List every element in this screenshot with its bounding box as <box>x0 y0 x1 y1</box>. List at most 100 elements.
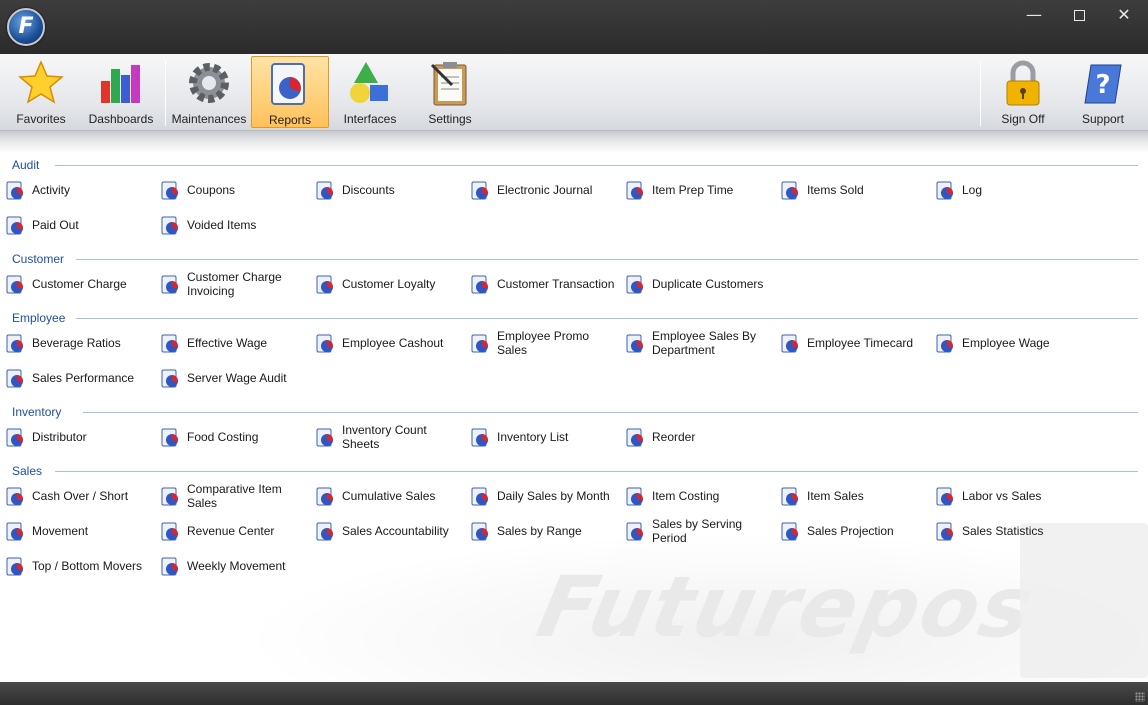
report-icon <box>316 487 336 507</box>
report-item[interactable]: Items Sold <box>775 174 925 206</box>
report-item[interactable]: Reorder <box>620 421 770 453</box>
report-item[interactable]: Activity <box>0 174 150 206</box>
minimize-button[interactable]: — <box>1011 0 1057 30</box>
report-icon <box>6 181 26 201</box>
report-item[interactable]: Employee Wage <box>930 327 1080 359</box>
report-item[interactable]: Inventory List <box>465 421 615 453</box>
report-item[interactable]: Customer Charge <box>0 268 150 300</box>
report-item[interactable]: Beverage Ratios <box>0 327 150 359</box>
report-label: Coupons <box>187 183 236 197</box>
report-icon <box>6 557 26 577</box>
report-item[interactable]: Coupons <box>155 174 305 206</box>
section-divider <box>55 165 1138 166</box>
report-item[interactable]: Customer Loyalty <box>310 268 460 300</box>
report-label: Daily Sales by Month <box>497 489 610 503</box>
report-item[interactable]: Paid Out <box>0 209 150 241</box>
toolbar-settings-button[interactable]: Settings <box>418 56 482 128</box>
report-item[interactable]: Daily Sales by Month <box>465 480 615 512</box>
report-label: Beverage Ratios <box>32 336 121 350</box>
report-item[interactable]: Sales by Range <box>465 515 615 547</box>
report-item[interactable]: Weekly Movement <box>155 550 305 582</box>
section-header-sales: Sales <box>12 464 43 478</box>
report-item[interactable]: Sales by Serving Period <box>620 515 770 547</box>
report-item[interactable]: Sales Projection <box>775 515 925 547</box>
resize-grip[interactable] <box>1135 692 1145 702</box>
toolbar-label: Sign Off <box>1001 112 1045 126</box>
report-item[interactable]: Discounts <box>310 174 460 206</box>
report-item[interactable]: Sales Performance <box>0 362 150 394</box>
report-icon <box>626 522 646 542</box>
report-item[interactable]: Employee Cashout <box>310 327 460 359</box>
section-divider <box>76 318 1138 319</box>
report-item[interactable]: Electronic Journal <box>465 174 615 206</box>
toolbar-sign-off-button[interactable]: Sign Off <box>993 56 1053 128</box>
report-item[interactable]: Employee Promo Sales <box>465 327 615 359</box>
toolbar-separator <box>165 60 166 126</box>
report-item[interactable]: Food Costing <box>155 421 305 453</box>
report-item[interactable]: Comparative Item Sales <box>155 480 305 512</box>
report-item[interactable]: Sales Accountability <box>310 515 460 547</box>
toolbar-reports-button[interactable]: Reports <box>251 56 329 128</box>
report-item[interactable]: Item Prep Time <box>620 174 770 206</box>
report-label: Discounts <box>342 183 395 197</box>
report-item[interactable]: Item Sales <box>775 480 925 512</box>
report-item[interactable]: Top / Bottom Movers <box>0 550 150 582</box>
close-button[interactable]: ✕ <box>1101 0 1147 30</box>
report-label: Customer Transaction <box>497 277 615 291</box>
report-item[interactable]: Employee Timecard <box>775 327 925 359</box>
report-icon <box>161 522 181 542</box>
section-divider <box>55 471 1138 472</box>
svg-text:?: ? <box>1095 70 1110 100</box>
report-icon <box>316 181 336 201</box>
toolbar-interfaces-button[interactable]: Interfaces <box>334 56 406 128</box>
report-label: Paid Out <box>32 218 79 232</box>
report-item[interactable]: Cumulative Sales <box>310 480 460 512</box>
report-label: Log <box>962 183 983 197</box>
report-item[interactable]: Log <box>930 174 1080 206</box>
star-icon <box>17 59 65 107</box>
close-icon: ✕ <box>1117 5 1131 24</box>
report-item[interactable]: Revenue Center <box>155 515 305 547</box>
report-label: Food Costing <box>187 430 259 444</box>
toolbar-dashboards-button[interactable]: Dashboards <box>86 56 156 128</box>
report-item[interactable]: Server Wage Audit <box>155 362 305 394</box>
maximize-button[interactable] <box>1056 0 1102 30</box>
report-label: Sales Statistics <box>962 524 1044 538</box>
report-item[interactable]: Duplicate Customers <box>620 268 770 300</box>
report-item[interactable]: Inventory Count Sheets <box>310 421 460 453</box>
report-icon <box>6 216 26 236</box>
report-item[interactable]: Effective Wage <box>155 327 305 359</box>
report-item[interactable]: Voided Items <box>155 209 305 241</box>
app-logo[interactable]: F <box>7 8 45 46</box>
report-icon <box>316 334 336 354</box>
report-item[interactable]: Sales Statistics <box>930 515 1080 547</box>
report-label: Effective Wage <box>187 336 268 350</box>
report-label: Customer Charge <box>32 277 127 291</box>
toolbar-support-button[interactable]: ? Support <box>1073 56 1133 128</box>
report-icon <box>471 487 491 507</box>
report-icon <box>471 275 491 295</box>
bar-chart-icon <box>97 59 145 107</box>
report-icon <box>161 557 181 577</box>
report-icon <box>626 275 646 295</box>
clipboard-icon <box>426 59 474 107</box>
report-item[interactable]: Movement <box>0 515 150 547</box>
toolbar-label: Settings <box>428 112 472 126</box>
report-item[interactable]: Customer Charge Invoicing <box>155 268 305 300</box>
report-label: Duplicate Customers <box>652 277 764 291</box>
report-label: Employee Promo Sales <box>497 329 590 357</box>
report-label: Sales Performance <box>32 371 135 385</box>
main-toolbar: Favorites Dashboards Maintenances Report… <box>0 54 1148 131</box>
report-item[interactable]: Distributor <box>0 421 150 453</box>
report-label: Comparative Item Sales <box>187 482 282 510</box>
report-label: Sales Projection <box>807 524 894 538</box>
toolbar-favorites-button[interactable]: Favorites <box>8 56 74 128</box>
report-icon <box>781 181 801 201</box>
toolbar-maintenances-button[interactable]: Maintenances <box>170 56 248 128</box>
report-item[interactable]: Employee Sales By Department <box>620 327 770 359</box>
report-item[interactable]: Customer Transaction <box>465 268 615 300</box>
report-icon <box>6 334 26 354</box>
report-item[interactable]: Item Costing <box>620 480 770 512</box>
report-item[interactable]: Cash Over / Short <box>0 480 150 512</box>
report-item[interactable]: Labor vs Sales <box>930 480 1080 512</box>
